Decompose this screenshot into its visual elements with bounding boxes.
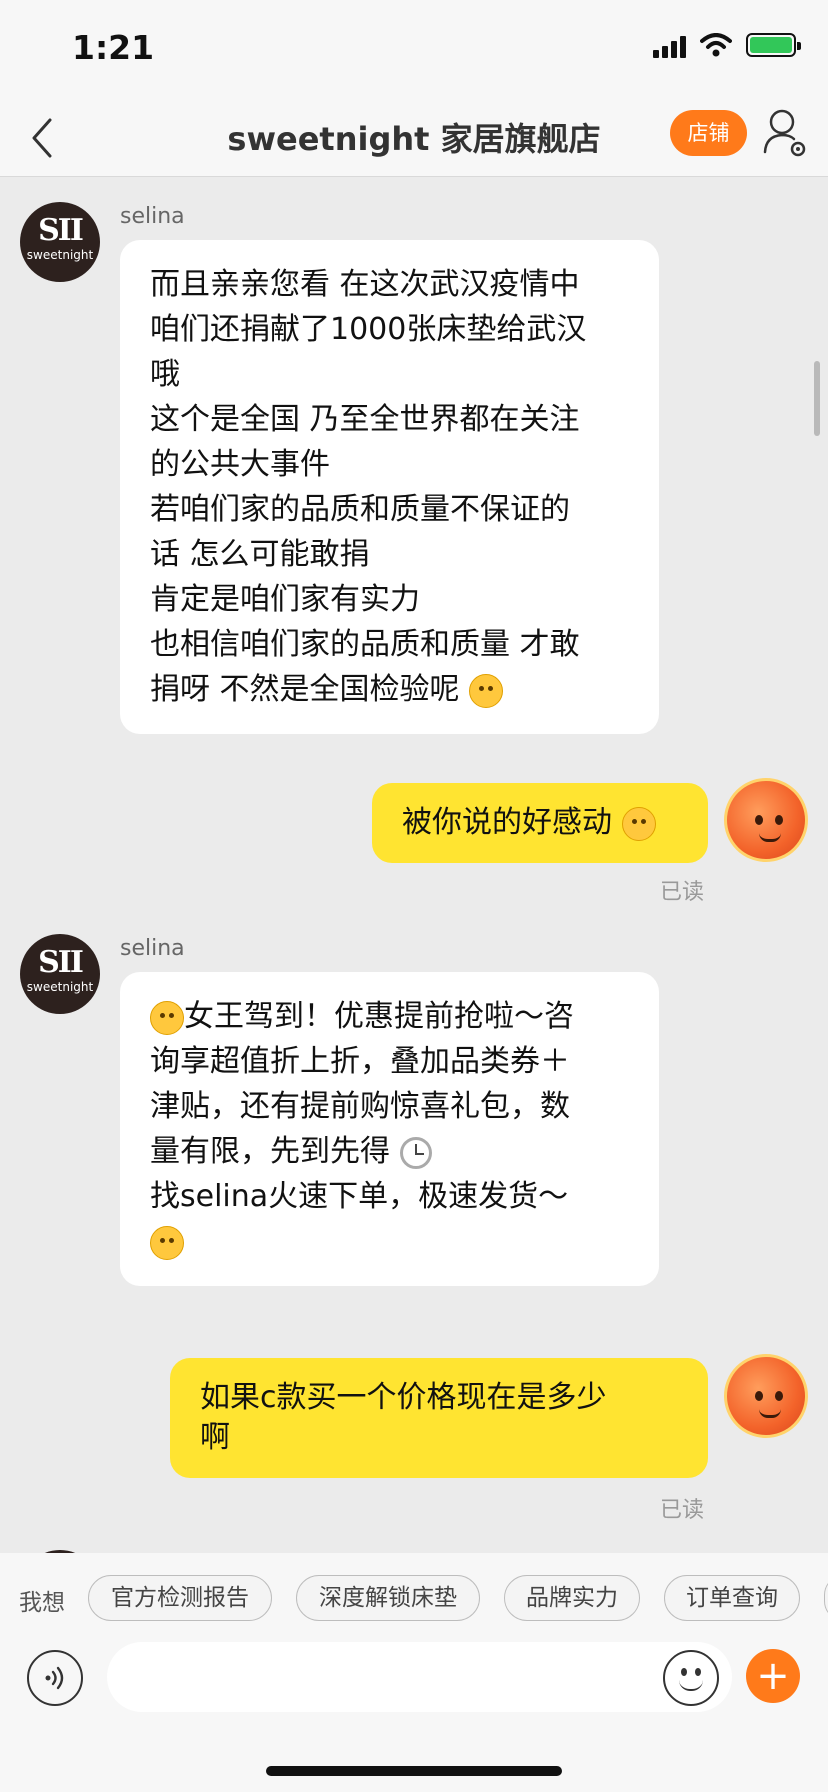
message-bubble-incoming[interactable]: 而且亲亲您看 在这次武汉疫情中 咱们还捐献了1000张床垫给武汉 哦 这个是全国… <box>120 240 659 734</box>
message-line: 啊 <box>200 1420 230 1455</box>
message-line: 量有限，先到先得 <box>150 1134 390 1169</box>
avatar[interactable] <box>724 778 808 862</box>
blushing-face-emoji-icon <box>469 673 504 708</box>
message-line: 捐呀 不然是全国检验呢 <box>150 672 460 707</box>
message-bubble-outgoing[interactable]: 如果c款买一个价格现在是多少 啊 <box>170 1358 708 1478</box>
sender-name: selina <box>120 204 185 229</box>
wifi-icon <box>700 33 732 57</box>
quick-reply-chip[interactable]: 官方检测报告 <box>88 1575 272 1621</box>
user-settings-icon <box>763 109 806 157</box>
alarm-clock-emoji-icon <box>399 1136 432 1169</box>
status-time: 1:21 <box>72 28 155 67</box>
emoji-button[interactable] <box>663 1650 719 1706</box>
scroll-indicator[interactable] <box>814 361 820 436</box>
message-line: 若咱们家的品质和质量不保证的 <box>150 492 570 527</box>
plus-icon: + <box>756 1653 790 1699</box>
message-line: 咱们还捐献了1000张床垫给武汉 <box>150 312 587 347</box>
avatar[interactable]: SII sweetnight <box>20 934 100 1014</box>
message-line: 话 怎么可能敢捐 <box>150 537 370 572</box>
yum-face-emoji-icon <box>150 1225 184 1260</box>
status-bar: 1:21 <box>0 0 828 100</box>
message-line: 肯定是咱们家有实力 <box>150 582 420 617</box>
message-bubble-incoming[interactable]: 女王驾到！优惠提前抢啦～咨 询享超值折上折，叠加品类券＋ 津贴，还有提前购惊喜礼… <box>120 972 659 1286</box>
sender-name: selina <box>120 936 185 961</box>
quick-reply-chip-partial[interactable] <box>824 1575 828 1621</box>
status-icons <box>653 32 801 58</box>
message-line: 也相信咱们家的品质和质量 才敢 <box>150 627 580 662</box>
message-input[interactable] <box>107 1642 732 1712</box>
message-line: 哦 <box>150 357 180 392</box>
message-line: 女王驾到！优惠提前抢啦～咨 <box>184 999 574 1034</box>
quick-replies-bar: 我想 官方检测报告 深度解锁床垫 品牌实力 订单查询 <box>0 1553 828 1641</box>
quick-reply-chip[interactable]: 品牌实力 <box>504 1575 640 1621</box>
voice-input-button[interactable] <box>27 1650 83 1706</box>
message-bubble-outgoing[interactable]: 被你说的好感动 <box>372 783 708 863</box>
laughing-face-emoji-icon <box>150 1000 184 1035</box>
shop-button[interactable]: 店铺 <box>670 110 747 156</box>
avatar[interactable]: SII sweetnight <box>20 202 100 282</box>
message-line: 而且亲亲您看 在这次武汉疫情中 <box>150 267 580 302</box>
chat-messages[interactable]: SII sweetnight selina 而且亲亲您看 在这次武汉疫情中 咱们… <box>0 178 828 1553</box>
quick-reply-chip[interactable]: 订单查询 <box>664 1575 800 1621</box>
quick-reply-chip[interactable]: 深度解锁床垫 <box>296 1575 480 1621</box>
home-indicator[interactable] <box>266 1766 562 1776</box>
avatar[interactable] <box>724 1354 808 1438</box>
message-line: 的公共大事件 <box>150 447 330 482</box>
tears-of-joy-emoji-icon <box>621 806 656 841</box>
profile-settings-button[interactable] <box>762 108 808 158</box>
message-line: 如果c款买一个价格现在是多少 <box>200 1380 607 1415</box>
message-input-bar: + <box>0 1641 828 1792</box>
battery-icon <box>746 33 801 57</box>
read-status: 已读 <box>660 880 705 905</box>
cellular-signal-icon <box>653 32 686 58</box>
message-text: 被你说的好感动 <box>402 805 612 840</box>
smiley-face-icon <box>681 1668 687 1676</box>
message-line: 津贴，还有提前购惊喜礼包，数 <box>150 1089 570 1124</box>
read-status: 已读 <box>660 1498 705 1523</box>
more-actions-button[interactable]: + <box>746 1649 800 1703</box>
quick-replies-label: 我想 <box>19 1590 65 1616</box>
voice-icon <box>45 1666 64 1690</box>
message-line: 这个是全国 乃至全世界都在关注 <box>150 402 580 437</box>
chat-header: sweetnight 家居旗舰店 店铺 <box>0 100 828 177</box>
message-line: 找selina火速下单，极速发货～ <box>150 1179 569 1214</box>
message-line: 询享超值折上折，叠加品类券＋ <box>150 1044 570 1079</box>
